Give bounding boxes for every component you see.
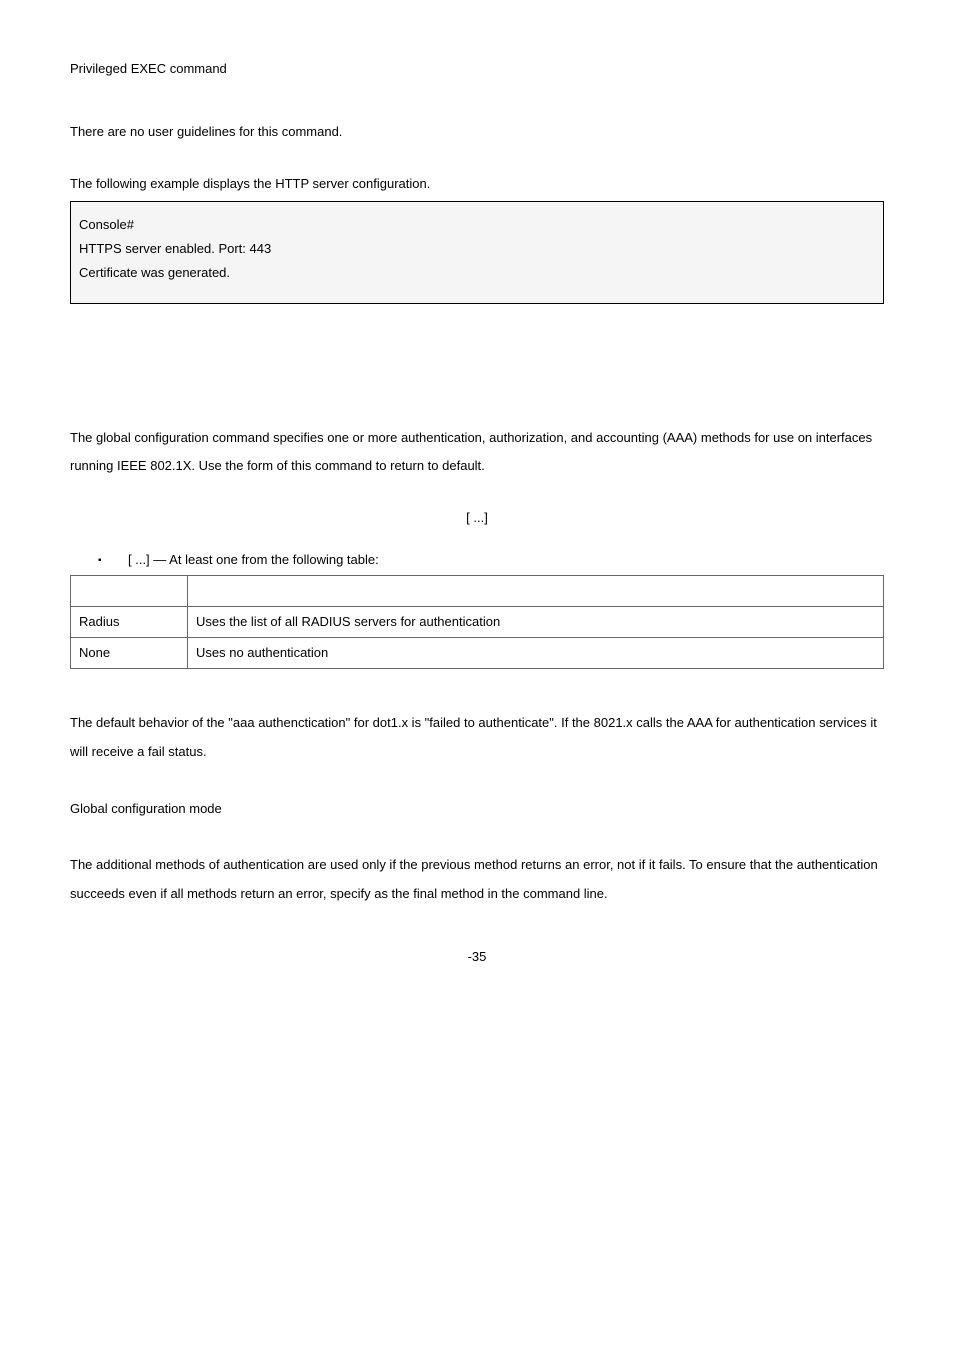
code-line: Certificate was generated.: [79, 264, 875, 282]
bullet-text: [ ...] — At least one from the following…: [128, 552, 379, 567]
code-line: Console#: [79, 216, 875, 234]
table-cell-key: Radius: [71, 607, 188, 638]
code-line: HTTPS server enabled. Port: 443: [79, 240, 875, 258]
page-number: -35: [70, 948, 884, 966]
code-example-box: Console# HTTPS server enabled. Port: 443…: [70, 201, 884, 304]
guide-b: as the final method in the command line.: [374, 886, 607, 901]
command-mode-text: Privileged EXEC command: [70, 60, 884, 78]
user-guidelines-text2: The additional methods of authentication…: [70, 851, 884, 908]
table-cell-key: None: [71, 638, 188, 669]
list-item: [ ...] — At least one from the following…: [98, 551, 884, 569]
table-cell-val: Uses no authentication: [188, 638, 884, 669]
desc-pre: The: [70, 430, 96, 445]
table-row: Radius Uses the list of all RADIUS serve…: [71, 607, 884, 638]
default-config-text: The default behavior of the "aaa authenc…: [70, 709, 884, 766]
command-description: The global configuration command specifi…: [70, 424, 884, 481]
table-row: None Uses no authentication: [71, 638, 884, 669]
table-row: [71, 576, 884, 607]
table-header: [188, 576, 884, 607]
command-mode-text2: Global configuration mode: [70, 795, 884, 824]
user-guidelines-text: There are no user guidelines for this co…: [70, 118, 884, 147]
desc-post: form of this command to return to defaul…: [247, 458, 485, 473]
methods-table: Radius Uses the list of all RADIUS serve…: [70, 575, 884, 669]
table-header: [71, 576, 188, 607]
example-intro: The following example displays the HTTP …: [70, 175, 884, 193]
param-list: [ ...] — At least one from the following…: [98, 551, 884, 569]
syntax-line: [ ...]: [70, 509, 884, 527]
table-cell-val: Uses the list of all RADIUS servers for …: [188, 607, 884, 638]
